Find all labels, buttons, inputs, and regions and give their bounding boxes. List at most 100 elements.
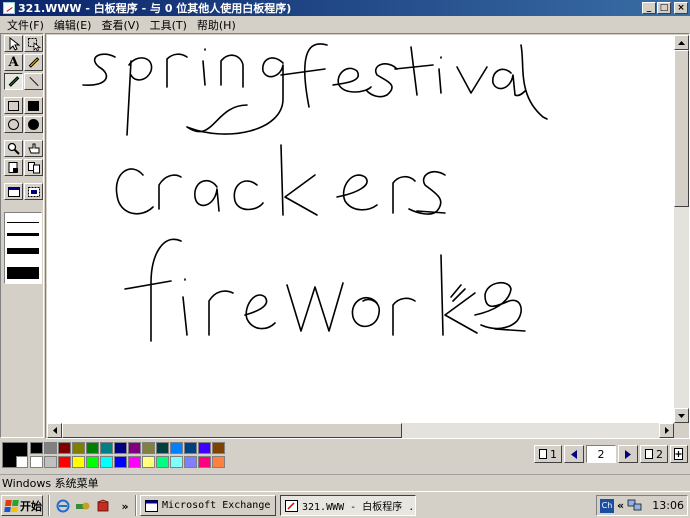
whiteboard-app-icon[interactable] xyxy=(3,2,15,14)
color-swatch[interactable] xyxy=(30,442,43,454)
color-swatch[interactable] xyxy=(128,456,141,468)
quicklaunch-more[interactable]: » xyxy=(117,498,133,514)
title-bar: 321.WWW - 白板程序 - 与 0 位其他人使用白板程序) _ □ × xyxy=(0,0,690,16)
menu-tools[interactable]: 工具(T) xyxy=(145,17,192,33)
rect-fill-tool[interactable] xyxy=(24,97,43,114)
menu-view[interactable]: 查看(V) xyxy=(96,17,144,33)
rect-outline-tool[interactable] xyxy=(4,97,23,114)
scroll-up-button[interactable] xyxy=(674,35,689,50)
first-page-button[interactable]: 1 xyxy=(534,445,562,463)
color-swatch[interactable] xyxy=(170,456,183,468)
select-arrow-tool[interactable] xyxy=(4,35,23,52)
windows-logo-icon xyxy=(4,499,19,512)
color-swatch[interactable] xyxy=(170,442,183,454)
scroll-corner xyxy=(674,423,689,438)
filled-ellipse-icon xyxy=(28,119,39,130)
previous-page-button[interactable] xyxy=(564,445,584,463)
filled-rectangle-icon xyxy=(28,100,39,111)
ellipse-outline-tool[interactable] xyxy=(4,116,23,133)
select-window-tool[interactable] xyxy=(4,183,23,200)
color-swatch[interactable] xyxy=(114,442,127,454)
last-page-button[interactable]: 2 xyxy=(640,445,668,463)
tray-chevron[interactable]: « xyxy=(617,499,624,512)
start-button[interactable]: 开始 xyxy=(1,495,43,516)
color-swatch[interactable] xyxy=(58,456,71,468)
color-swatch[interactable] xyxy=(184,442,197,454)
horizontal-scrollbar[interactable] xyxy=(47,423,674,438)
line-width-3[interactable] xyxy=(7,233,39,236)
scroll-left-button[interactable] xyxy=(47,423,62,438)
line-width-1[interactable] xyxy=(7,222,39,223)
horizontal-scroll-thumb[interactable] xyxy=(62,423,402,438)
close-button[interactable]: × xyxy=(674,2,688,14)
pen-tool[interactable] xyxy=(4,73,23,90)
task-whiteboard[interactable]: 321.WWW - 白板程序 ... xyxy=(280,495,416,516)
quicklaunch-netmeeting[interactable] xyxy=(75,498,91,514)
scroll-down-button[interactable] xyxy=(674,408,689,423)
color-swatch[interactable] xyxy=(30,456,43,468)
text-tool[interactable]: A xyxy=(4,54,23,71)
remote-pointer-tool[interactable] xyxy=(24,140,43,157)
netmeeting-icon xyxy=(76,502,90,510)
handwriting-layer xyxy=(82,43,548,342)
color-swatch[interactable] xyxy=(212,442,225,454)
color-swatch[interactable] xyxy=(72,456,85,468)
maximize-button[interactable]: □ xyxy=(657,2,671,14)
line-width-6[interactable] xyxy=(7,248,39,254)
color-swatch[interactable] xyxy=(184,456,197,468)
color-swatch[interactable] xyxy=(128,442,141,454)
color-swatch[interactable] xyxy=(86,456,99,468)
handwriting-crackers xyxy=(115,144,446,216)
color-swatch[interactable] xyxy=(142,456,155,468)
first-page-label: 1 xyxy=(550,447,557,461)
zoom-tool[interactable] xyxy=(4,140,23,157)
next-page-button[interactable] xyxy=(618,445,638,463)
select-area-capture-tool[interactable] xyxy=(24,183,43,200)
color-swatch[interactable] xyxy=(156,442,169,454)
current-page-field[interactable]: 2 xyxy=(586,445,616,463)
color-swatch[interactable] xyxy=(142,442,155,454)
color-swatch[interactable] xyxy=(198,442,211,454)
color-swatch[interactable] xyxy=(156,456,169,468)
menu-file[interactable]: 文件(F) xyxy=(2,17,49,33)
arrow-right-icon xyxy=(664,427,669,434)
menu-help[interactable]: 帮助(H) xyxy=(192,17,241,33)
rectangle-icon xyxy=(8,100,19,111)
line-tool[interactable] xyxy=(24,73,43,90)
color-swatch[interactable] xyxy=(44,442,57,454)
page-navigation: 1 2 2 xyxy=(534,445,688,463)
color-swatch[interactable] xyxy=(86,442,99,454)
color-swatch[interactable] xyxy=(212,456,225,468)
color-swatch[interactable] xyxy=(100,456,113,468)
input-method-indicator[interactable]: Ch xyxy=(600,498,614,513)
window-controls: _ □ × xyxy=(642,2,688,14)
network-icon[interactable] xyxy=(627,499,643,512)
window-title: 321.WWW - 白板程序 - 与 0 位其他人使用白板程序) xyxy=(18,2,292,15)
lock-contents-tool[interactable] xyxy=(4,159,23,176)
line-width-12[interactable] xyxy=(7,267,39,279)
scroll-right-button[interactable] xyxy=(659,423,674,438)
color-swatch[interactable] xyxy=(72,442,85,454)
ellipse-fill-tool[interactable] xyxy=(24,116,43,133)
handwriting-fireworks xyxy=(124,238,526,342)
select-area-tool[interactable] xyxy=(24,35,43,52)
vertical-scroll-thumb[interactable] xyxy=(674,50,689,207)
whiteboard-canvas[interactable] xyxy=(47,35,674,423)
quicklaunch-ie[interactable] xyxy=(55,498,71,514)
highlighter-tool[interactable] xyxy=(24,54,43,71)
color-swatch[interactable] xyxy=(100,442,113,454)
vertical-scrollbar[interactable] xyxy=(674,35,689,423)
color-swatch[interactable] xyxy=(198,456,211,468)
minimize-button[interactable]: _ xyxy=(642,2,656,14)
quicklaunch-app[interactable] xyxy=(95,498,111,514)
sync-tool[interactable] xyxy=(24,159,43,176)
menu-edit[interactable]: 编辑(E) xyxy=(49,17,97,33)
task-exchange[interactable]: Microsoft Exchange ... xyxy=(140,495,276,516)
color-swatch[interactable] xyxy=(58,442,71,454)
text-a-icon: A xyxy=(8,55,19,70)
insert-page-button[interactable] xyxy=(670,445,688,463)
color-swatch[interactable] xyxy=(44,456,57,468)
arrow-down-icon xyxy=(678,413,685,418)
status-text: Windows 系统菜单 xyxy=(2,476,99,490)
color-swatch[interactable] xyxy=(114,456,127,468)
